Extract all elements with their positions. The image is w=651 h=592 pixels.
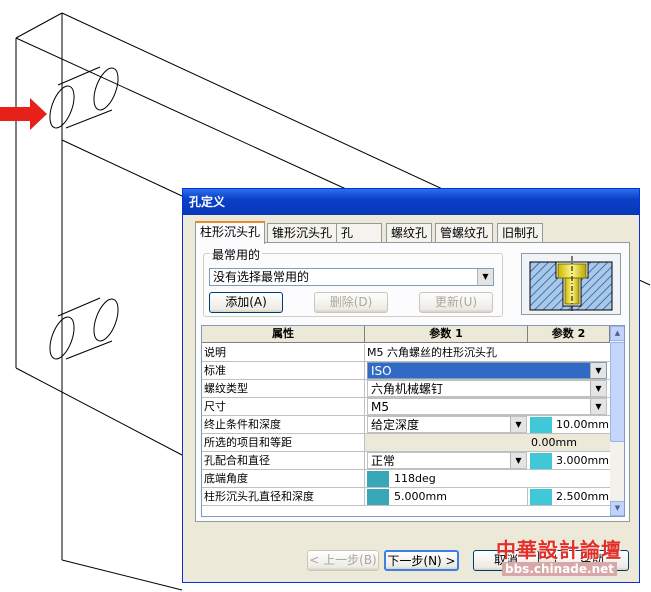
hole-definition-dialog: 孔定义 柱形沉头孔 锥形沉头孔 孔 螺纹孔 管螺纹孔 旧制孔 最常用的 没有选择… [182, 188, 640, 583]
offset-cell: 0.00mm [365, 434, 610, 451]
counterbore-depth-value[interactable]: 2.500mm [554, 488, 610, 505]
table-row: 底端角度 118deg [202, 470, 610, 488]
depth-icon [530, 417, 552, 433]
property-cell: 孔配合和直径 [202, 452, 365, 469]
tab-hole[interactable]: 孔 [336, 223, 382, 243]
delete-favorite-button[interactable]: 删除(D) [314, 292, 388, 313]
tab-tapped-hole[interactable]: 螺纹孔 [386, 223, 433, 243]
fit-value: 正常 [371, 454, 396, 468]
property-cell: 终止条件和深度 [202, 416, 365, 433]
angle-icon [367, 471, 389, 487]
tab-pipe-tap[interactable]: 管螺纹孔 [435, 223, 494, 243]
property-cell: 柱形沉头孔直径和深度 [202, 488, 365, 505]
favorites-label: 最常用的 [210, 246, 263, 263]
counterbore-diameter-value[interactable]: 5.000mm [392, 488, 528, 505]
property-cell: 标准 [202, 362, 365, 379]
tab-countersink[interactable]: 锥形沉头孔 [267, 223, 338, 243]
property-cell: 所选的项目和等距 [202, 434, 365, 451]
counterbore-diameter-icon [367, 489, 389, 505]
col-header-param2[interactable]: 参数 2 [528, 326, 610, 343]
end-condition-value: 给定深度 [371, 418, 420, 432]
property-cell: 说明 [202, 344, 365, 361]
scroll-down-icon[interactable]: ▼ [610, 501, 624, 516]
property-cell: 底端角度 [202, 470, 365, 487]
size-value: M5 [371, 400, 389, 414]
dialog-title[interactable]: 孔定义 [183, 189, 639, 215]
depth-value[interactable]: 10.00mm [554, 416, 610, 433]
next-button[interactable]: 下一步(N) > [384, 550, 459, 571]
favorites-group: 最常用的 没有选择最常用的 ▼ 添加(A) 删除(D) 更新(U) [203, 246, 503, 317]
property-cell: 螺纹类型 [202, 380, 365, 397]
chevron-down-icon[interactable]: ▼ [510, 417, 526, 432]
tab-panel: 最常用的 没有选择最常用的 ▼ 添加(A) 删除(D) 更新(U) 属性 参数 … [195, 242, 630, 522]
hole-preview-image [521, 253, 621, 315]
table-row: 尺寸 M5 ▼ [202, 398, 610, 416]
table-row: 终止条件和深度 给定深度 ▼ 10.00mm [202, 416, 610, 434]
scroll-thumb[interactable] [610, 342, 624, 442]
table-row: 说明 M5 六角螺丝的柱形沉头孔 [202, 344, 610, 362]
red-arrow-icon [0, 98, 47, 130]
chevron-down-icon[interactable]: ▼ [510, 453, 526, 468]
chevron-down-icon[interactable]: ▼ [590, 363, 606, 378]
diameter-icon [530, 453, 552, 469]
help-button[interactable]: 帮助 [555, 550, 629, 571]
counterbore-depth-icon [530, 489, 552, 505]
table-row: 柱形沉头孔直径和深度 5.000mm 2.500mm [202, 488, 610, 506]
end-condition-combo[interactable]: 给定深度 ▼ [367, 416, 527, 433]
diameter-value[interactable]: 3.000mm [554, 452, 610, 469]
fit-combo[interactable]: 正常 ▼ [367, 452, 527, 469]
screw-type-combo[interactable]: 六角机械螺钉 ▼ [367, 380, 607, 397]
table-row: 孔配合和直径 正常 ▼ 3.000mm [202, 452, 610, 470]
tab-counterbore[interactable]: 柱形沉头孔 [195, 221, 266, 244]
param1-cell[interactable]: M5 六角螺丝的柱形沉头孔 [365, 344, 610, 361]
property-cell: 尺寸 [202, 398, 365, 415]
update-favorite-button[interactable]: 更新(U) [419, 292, 493, 313]
grid-header: 属性 参数 1 参数 2 [202, 326, 610, 343]
properties-grid: 属性 参数 1 参数 2 说明 M5 六角螺丝的柱形沉头孔 标准 ISO ▼ 螺… [201, 325, 625, 517]
favorites-combo[interactable]: 没有选择最常用的 ▼ [209, 268, 494, 286]
table-row: 标准 ISO ▼ [202, 362, 610, 380]
standard-combo-value: ISO [371, 364, 392, 378]
screw-type-value: 六角机械螺钉 [371, 382, 444, 396]
size-combo[interactable]: M5 ▼ [367, 398, 607, 415]
standard-combo[interactable]: ISO ▼ [367, 362, 607, 379]
favorites-combo-value: 没有选择最常用的 [213, 270, 310, 284]
add-favorite-button[interactable]: 添加(A) [209, 292, 283, 313]
tab-legacy-hole[interactable]: 旧制孔 [497, 223, 544, 243]
chevron-down-icon[interactable]: ▼ [590, 399, 606, 414]
chevron-down-icon[interactable]: ▼ [477, 269, 493, 285]
table-row: 螺纹类型 六角机械螺钉 ▼ [202, 380, 610, 398]
cancel-button[interactable]: 取消 [473, 550, 539, 571]
col-header-param1[interactable]: 参数 1 [365, 326, 528, 343]
prev-button[interactable]: < 上一步(B) [307, 550, 379, 571]
chevron-down-icon[interactable]: ▼ [590, 381, 606, 396]
scroll-up-icon[interactable]: ▲ [610, 326, 624, 341]
angle-value[interactable]: 118deg [392, 470, 610, 487]
grid-scrollbar[interactable]: ▲ ▼ [610, 326, 624, 516]
table-row: 所选的项目和等距 0.00mm [202, 434, 610, 452]
offset-value: 0.00mm [531, 436, 577, 449]
col-header-property[interactable]: 属性 [202, 326, 365, 343]
